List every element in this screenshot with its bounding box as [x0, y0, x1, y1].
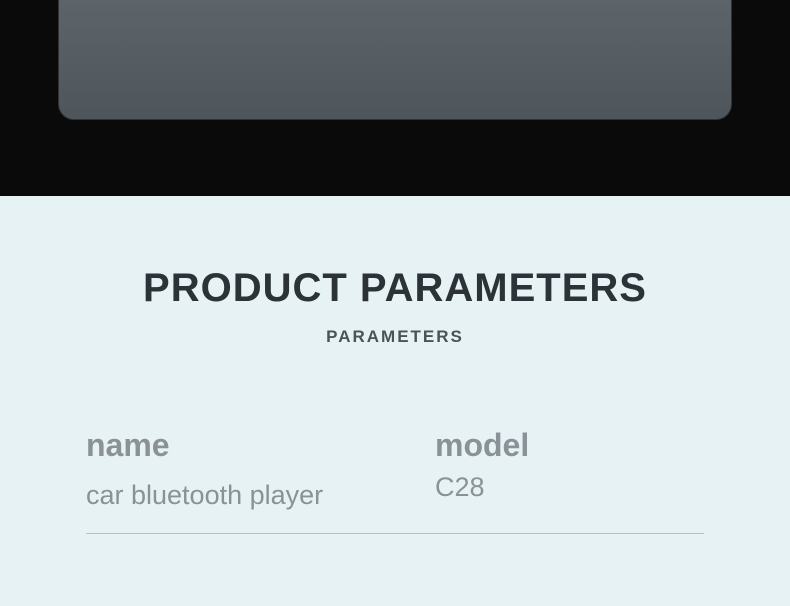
param-value-model: C28: [435, 472, 704, 503]
section-subtitle: PARAMETERS: [0, 327, 790, 347]
params-table: name car bluetooth player model C28: [86, 427, 704, 511]
product-card: Bluetooth version: Bluetooth 5.0 Colour:…: [58, 0, 732, 120]
spec-list: Bluetooth version: Bluetooth 5.0 Colour:…: [408, 0, 731, 119]
parameters-section: PRODUCT PARAMETERS PARAMETERS name car b…: [0, 196, 790, 606]
param-value-name: car bluetooth player: [86, 480, 355, 511]
section-title: PRODUCT PARAMETERS: [0, 266, 790, 311]
product-image-area: [59, 0, 408, 119]
param-label-name: name: [86, 427, 355, 464]
hero-dark-section: Bluetooth version: Bluetooth 5.0 Colour:…: [0, 0, 790, 196]
param-col-model: model C28: [435, 427, 704, 511]
param-label-model: model: [435, 427, 704, 464]
param-col-name: name car bluetooth player: [86, 427, 355, 511]
divider-line: [86, 533, 704, 534]
